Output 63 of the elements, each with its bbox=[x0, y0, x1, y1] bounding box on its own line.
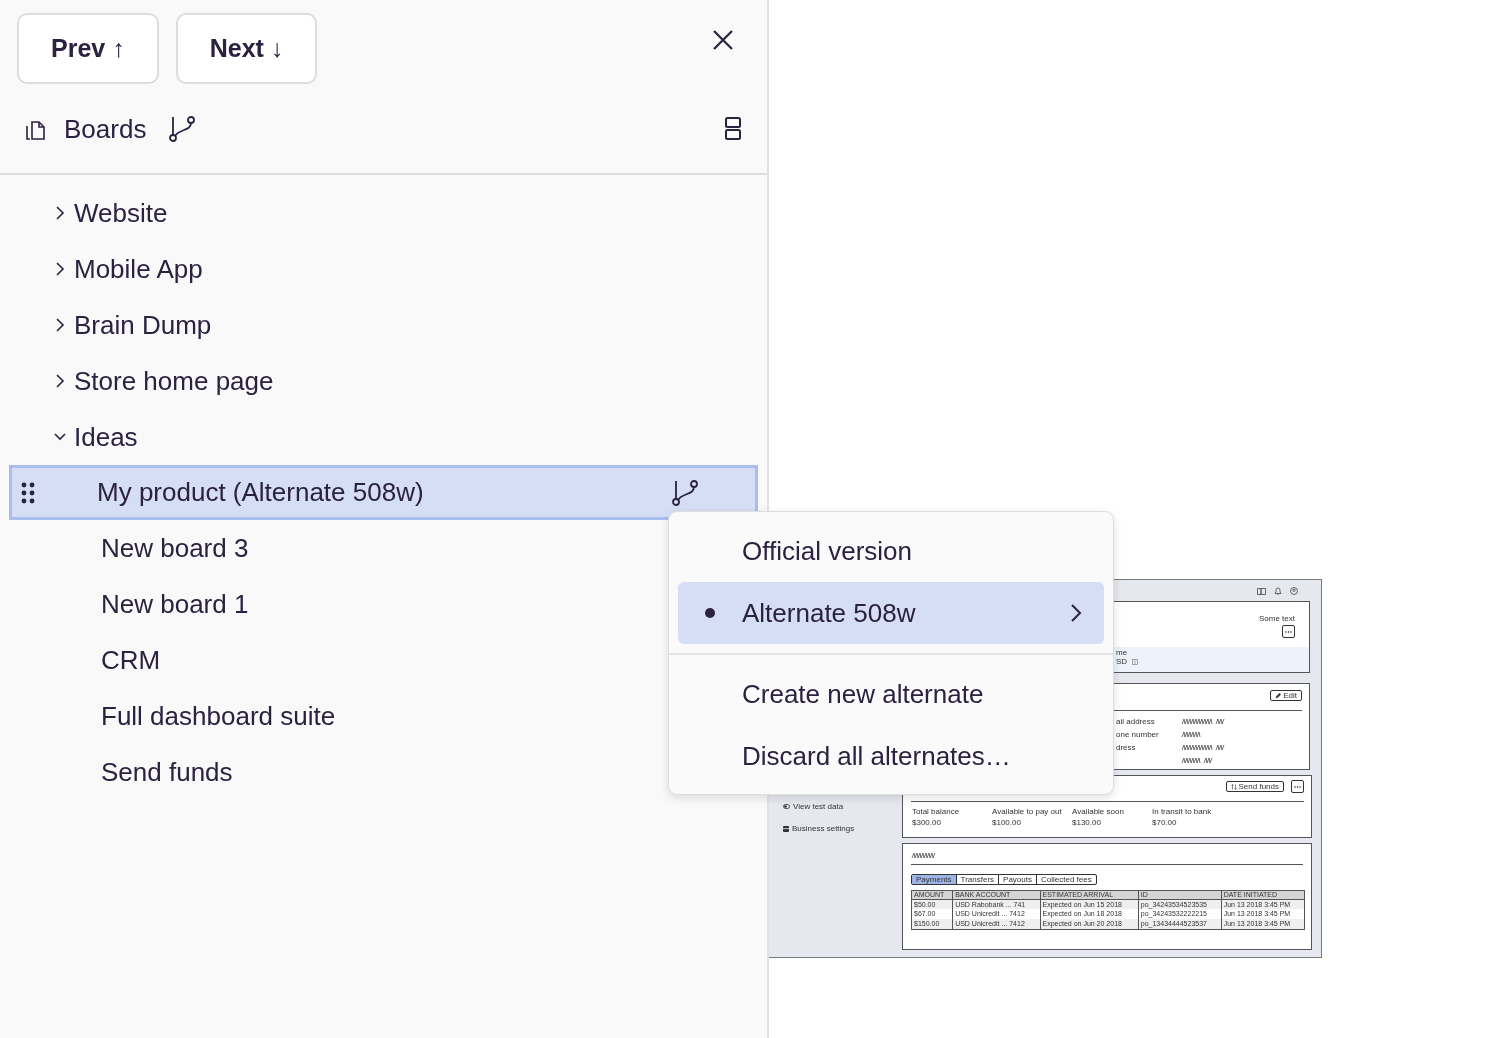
branch-icon[interactable] bbox=[671, 478, 699, 507]
stat-value: $300.00 bbox=[912, 818, 942, 827]
tab[interactable]: Transfers bbox=[955, 875, 999, 884]
chevron-right-icon bbox=[54, 318, 66, 332]
scribble-drawing bbox=[1181, 756, 1213, 764]
more-icon bbox=[1294, 785, 1301, 788]
book-icon[interactable] bbox=[1257, 587, 1266, 595]
sidebar-link[interactable]: View test data bbox=[793, 802, 844, 811]
sidebar-link[interactable]: Business settings bbox=[792, 824, 855, 833]
version-option[interactable]: Official version bbox=[678, 520, 1104, 582]
menu-action[interactable]: Discard all alternates… bbox=[678, 725, 1104, 787]
nav-button[interactable]: Prev ↑ bbox=[17, 12, 159, 84]
tree-item[interactable]: Store home page bbox=[0, 353, 767, 409]
stat-value: $100.00 bbox=[992, 818, 1022, 827]
info-icon bbox=[1132, 658, 1139, 665]
send-funds-button[interactable]: Send funds bbox=[1225, 781, 1284, 792]
tab[interactable]: Payments bbox=[912, 875, 956, 884]
chevron-right-icon bbox=[1070, 603, 1082, 623]
field-label: dress bbox=[1116, 742, 1136, 752]
chevron-right-icon bbox=[54, 262, 66, 276]
note-text: Some text bbox=[1259, 614, 1295, 623]
close-icon[interactable] bbox=[712, 29, 734, 51]
toggle-icon bbox=[783, 804, 790, 809]
stat-label: Available to pay out bbox=[992, 807, 1063, 816]
stat-label: In transit to bank bbox=[1152, 807, 1213, 816]
more-icon bbox=[1285, 630, 1292, 633]
more-button[interactable] bbox=[1291, 780, 1304, 793]
chevron-right-icon bbox=[54, 374, 66, 388]
field-label: ail address bbox=[1116, 716, 1155, 726]
tree-item[interactable]: Website bbox=[0, 185, 767, 241]
chevron-right-icon bbox=[54, 206, 66, 220]
stat-value: $130.00 bbox=[1072, 818, 1102, 827]
scribble-drawing bbox=[1181, 743, 1225, 751]
version-option[interactable]: Alternate 508w bbox=[678, 582, 1104, 644]
stat-value: $70.00 bbox=[1152, 818, 1178, 827]
tree-item[interactable]: Brain Dump bbox=[0, 297, 767, 353]
tab[interactable]: Payouts bbox=[998, 875, 1036, 884]
store-icon bbox=[783, 825, 789, 832]
drag-handle-icon[interactable] bbox=[21, 481, 35, 504]
branch-icon[interactable] bbox=[168, 115, 197, 143]
user-icon[interactable] bbox=[1290, 587, 1298, 595]
edit-button[interactable]: Edit bbox=[1270, 690, 1302, 701]
layout-icon[interactable] bbox=[725, 117, 741, 141]
field-value: SD bbox=[1116, 657, 1128, 666]
stat-label: Total balance bbox=[912, 807, 961, 816]
scribble-drawing bbox=[1181, 730, 1201, 738]
field-label: one number bbox=[1116, 729, 1159, 739]
bell-icon[interactable] bbox=[1274, 587, 1282, 595]
board-item[interactable]: My product (Alternate 508w) bbox=[9, 465, 758, 520]
nav-button[interactable]: Next ↓ bbox=[175, 12, 318, 84]
more-button[interactable] bbox=[1282, 625, 1295, 638]
documents-icon bbox=[26, 118, 46, 140]
tree-item[interactable]: Mobile App bbox=[0, 241, 767, 297]
tab[interactable]: Collected fees bbox=[1036, 875, 1096, 884]
tree-item[interactable]: Ideas bbox=[0, 409, 767, 465]
arrows-icon bbox=[1230, 783, 1237, 790]
scribble-drawing bbox=[1181, 717, 1225, 725]
stat-label: Available soon bbox=[1072, 807, 1125, 816]
bullet-icon bbox=[704, 607, 716, 619]
pencil-icon bbox=[1275, 692, 1282, 699]
field-label: me bbox=[1116, 648, 1129, 657]
menu-action[interactable]: Create new alternate bbox=[678, 663, 1104, 725]
boards-title: Boards bbox=[64, 113, 147, 145]
